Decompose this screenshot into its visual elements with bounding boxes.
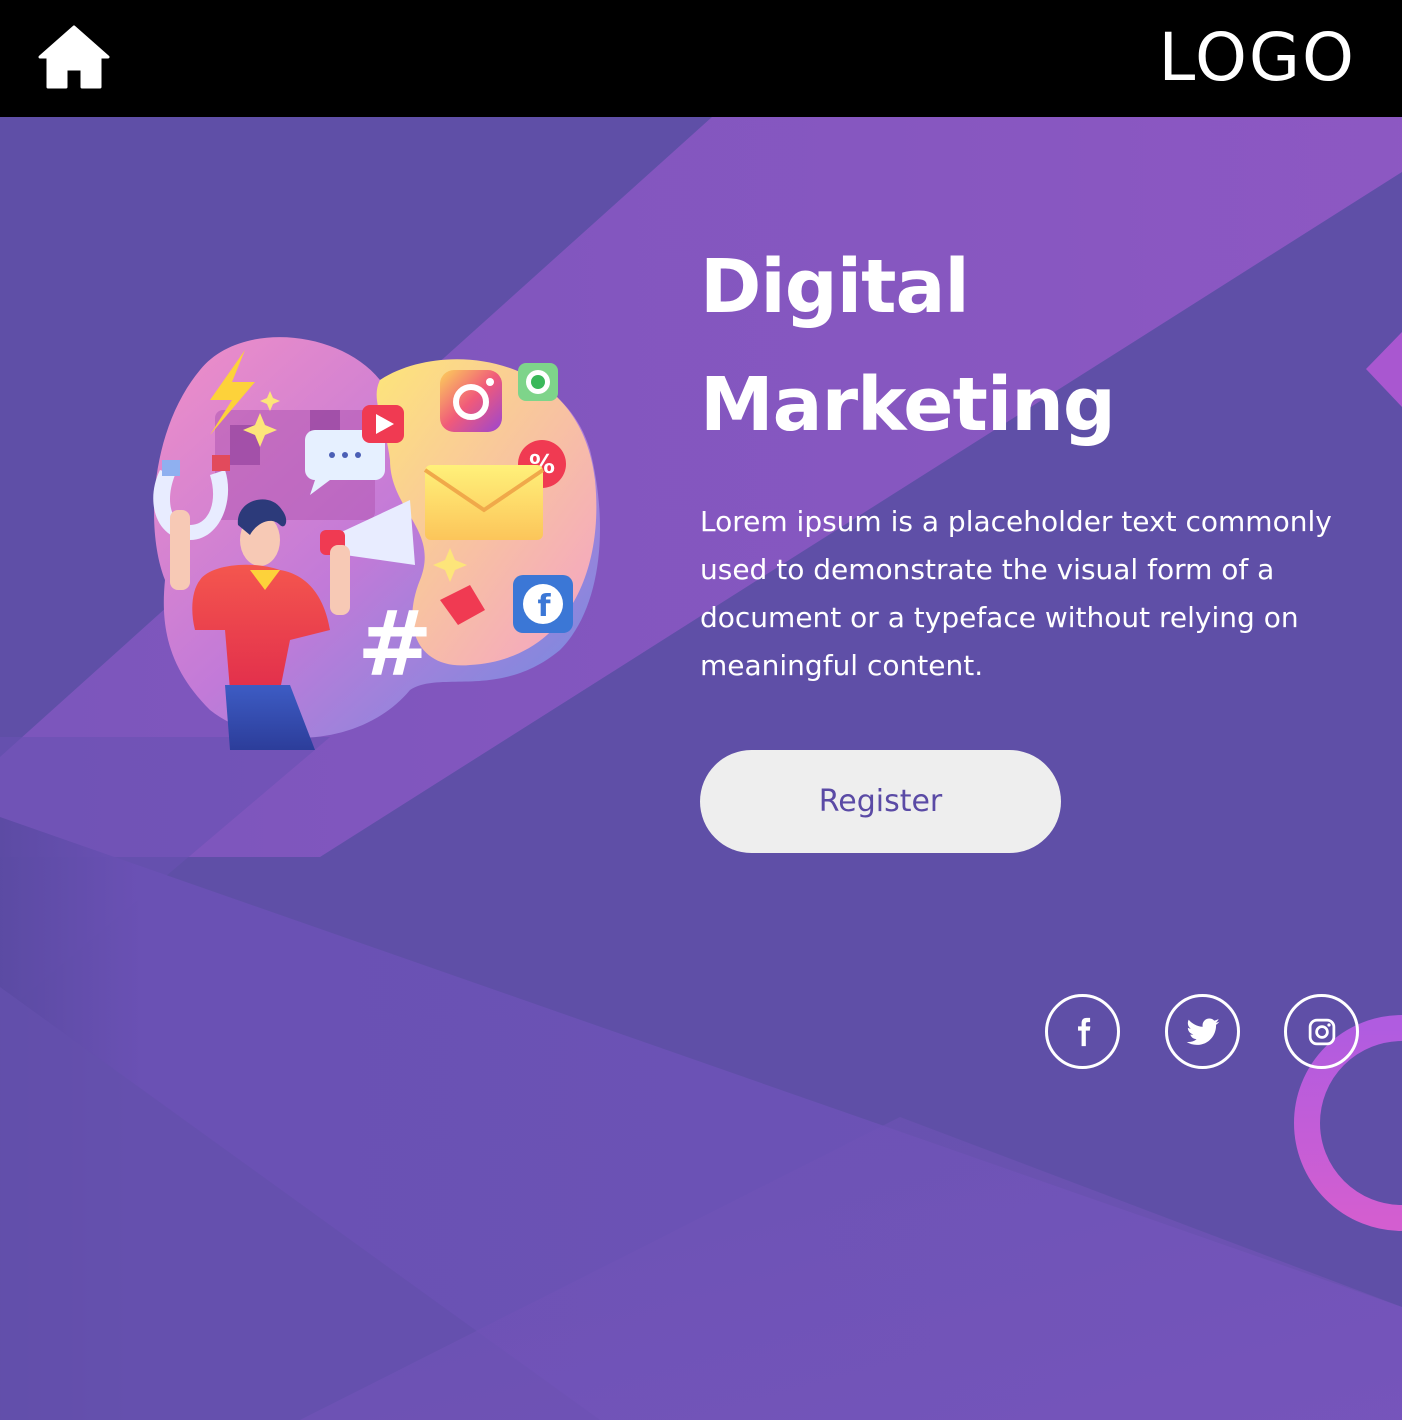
hero-title-line2: Marketing [700, 362, 1116, 448]
hero-title: Digital Marketing [700, 228, 1116, 464]
logo[interactable]: LOGO [1159, 18, 1356, 98]
instagram-link[interactable] [1284, 994, 1359, 1069]
home-icon [38, 25, 110, 89]
register-button[interactable]: Register [700, 750, 1061, 853]
hero-description: Lorem ipsum is a placeholder text common… [700, 505, 1332, 682]
svg-text:f: f [537, 589, 551, 624]
page: LOGO % f # Digital Marketing Lorem ipsum… [0, 0, 1402, 1420]
hero-title-line1: Digital [700, 244, 970, 330]
twitter-link[interactable] [1165, 994, 1240, 1069]
instagram-icon [1308, 1018, 1335, 1045]
facebook-icon [1077, 1017, 1090, 1046]
marketing-illustration: % f # [153, 337, 601, 750]
svg-text:#: # [357, 592, 432, 697]
top-bar: LOGO [0, 0, 1402, 117]
home-button[interactable] [38, 25, 110, 89]
twitter-icon [1186, 1018, 1219, 1045]
facebook-link[interactable] [1045, 994, 1120, 1069]
